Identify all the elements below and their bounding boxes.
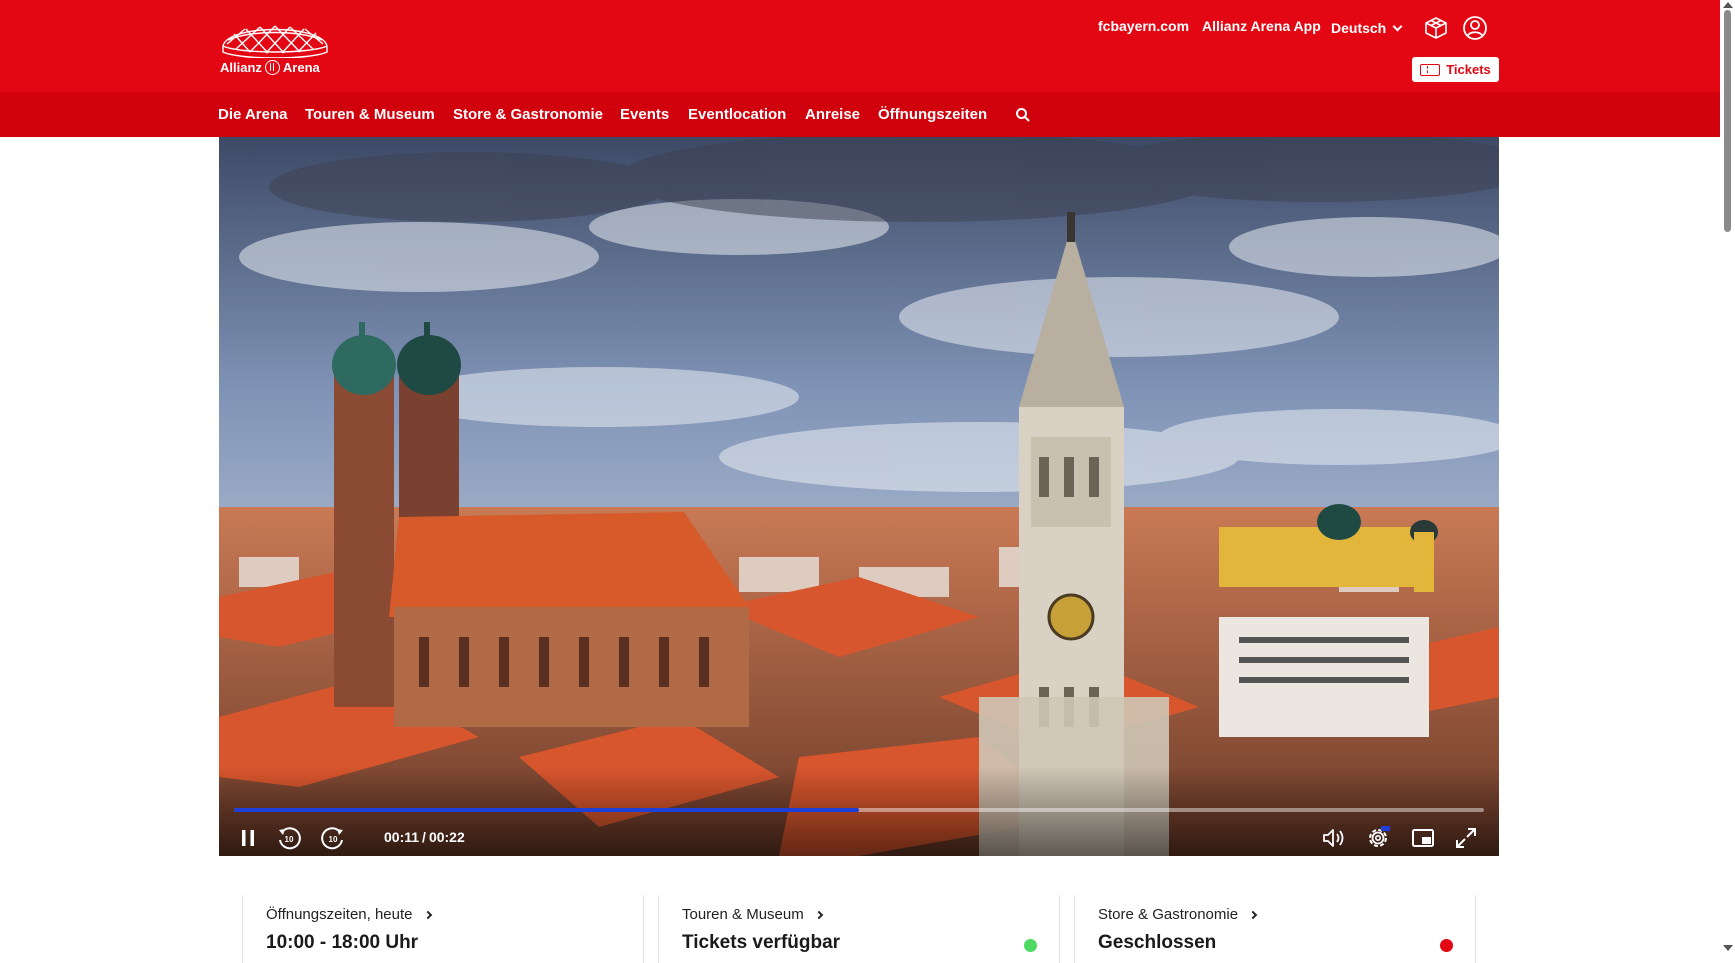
card-label: Touren & Museum [682,906,823,923]
hero-video-player[interactable]: 10 10 00:11/00:22 [219,137,1499,856]
nav-item-events[interactable]: Events [620,106,669,123]
status-indicator-available [1024,939,1037,952]
allianz-arena-logo[interactable]: Allianz Arena [220,16,330,78]
search-icon[interactable] [1015,107,1031,123]
scroll-thumb[interactable] [1724,10,1731,232]
video-progress-fill [234,808,859,812]
chevron-down-icon [1392,21,1403,31]
language-label: Deutsch [1331,20,1387,36]
allianz-arena-app-link[interactable]: Allianz Arena App [1202,18,1321,38]
site-header: Allianz Arena fcbayern.com Allianz Arena … [0,0,1720,92]
nav-item-anreise[interactable]: Anreise [805,106,860,123]
stadium-logo-icon [222,25,328,59]
status-indicator-closed [1440,939,1453,952]
rewind-10-icon[interactable]: 10 [274,823,304,853]
chevron-right-icon [1248,910,1258,919]
nav-item-eventlocation[interactable]: Eventlocation [688,106,786,123]
nav-item-store-gastronomie[interactable]: Store & Gastronomie [453,106,603,123]
nav-item-oeffnungszeiten[interactable]: Öffnungszeiten [878,106,987,123]
card-tours-museum[interactable]: Touren & Museum Tickets verfügbar [658,895,1060,963]
tickets-label: Tickets [1446,62,1491,77]
card-value: Tickets verfügbar [682,932,841,953]
card-label-text: Touren & Museum [682,906,804,923]
3d-cube-icon[interactable] [1422,14,1450,42]
card-label: Store & Gastronomie [1098,906,1258,923]
svg-text:10: 10 [285,835,294,844]
ticket-icon [1420,63,1441,76]
main-navigation: Die Arena Touren & Museum Store & Gastro… [0,92,1720,137]
current-time: 00:11 [384,829,420,845]
card-store-gastronomy[interactable]: Store & Gastronomie Geschlossen [1074,895,1476,963]
status-cards: Öffnungszeiten, heute 10:00 - 18:00 Uhr … [242,895,1488,963]
card-label-text: Öffnungszeiten, heute [266,906,413,923]
fcbayern-link[interactable]: fcbayern.com [1098,18,1189,38]
picture-in-picture-icon[interactable] [1408,823,1438,853]
duration: 00:22 [428,829,465,845]
video-frame-munich-skyline [219,137,1499,856]
card-value: 10:00 - 18:00 Uhr [266,932,419,953]
volume-icon[interactable] [1319,823,1349,853]
pause-icon[interactable] [233,823,263,853]
fullscreen-icon[interactable] [1451,823,1481,853]
video-time-display: 00:11/00:22 [384,829,465,845]
card-label: Öffnungszeiten, heute [266,906,432,923]
card-value: Geschlossen [1098,932,1217,953]
forward-10-icon[interactable]: 10 [318,823,348,853]
page-scrollbar[interactable] [1720,0,1735,963]
card-label-text: Store & Gastronomie [1098,906,1239,923]
scroll-down-arrow-icon[interactable] [1723,945,1733,951]
scroll-up-arrow-icon[interactable] [1723,2,1733,8]
card-opening-hours[interactable]: Öffnungszeiten, heute 10:00 - 18:00 Uhr [242,895,644,963]
user-account-icon[interactable] [1461,14,1489,42]
chevron-right-icon [423,910,432,919]
tickets-button[interactable]: Tickets [1412,57,1499,82]
video-progress-bar[interactable] [234,808,1484,812]
language-selector[interactable]: Deutsch [1331,18,1403,38]
settings-icon[interactable] [1363,823,1393,853]
nav-item-touren-museum[interactable]: Touren & Museum [305,106,435,123]
chevron-right-icon [814,910,823,919]
nav-item-die-arena[interactable]: Die Arena [218,106,287,123]
logo-wordmark: Allianz Arena [220,60,320,75]
svg-text:10: 10 [329,835,338,844]
